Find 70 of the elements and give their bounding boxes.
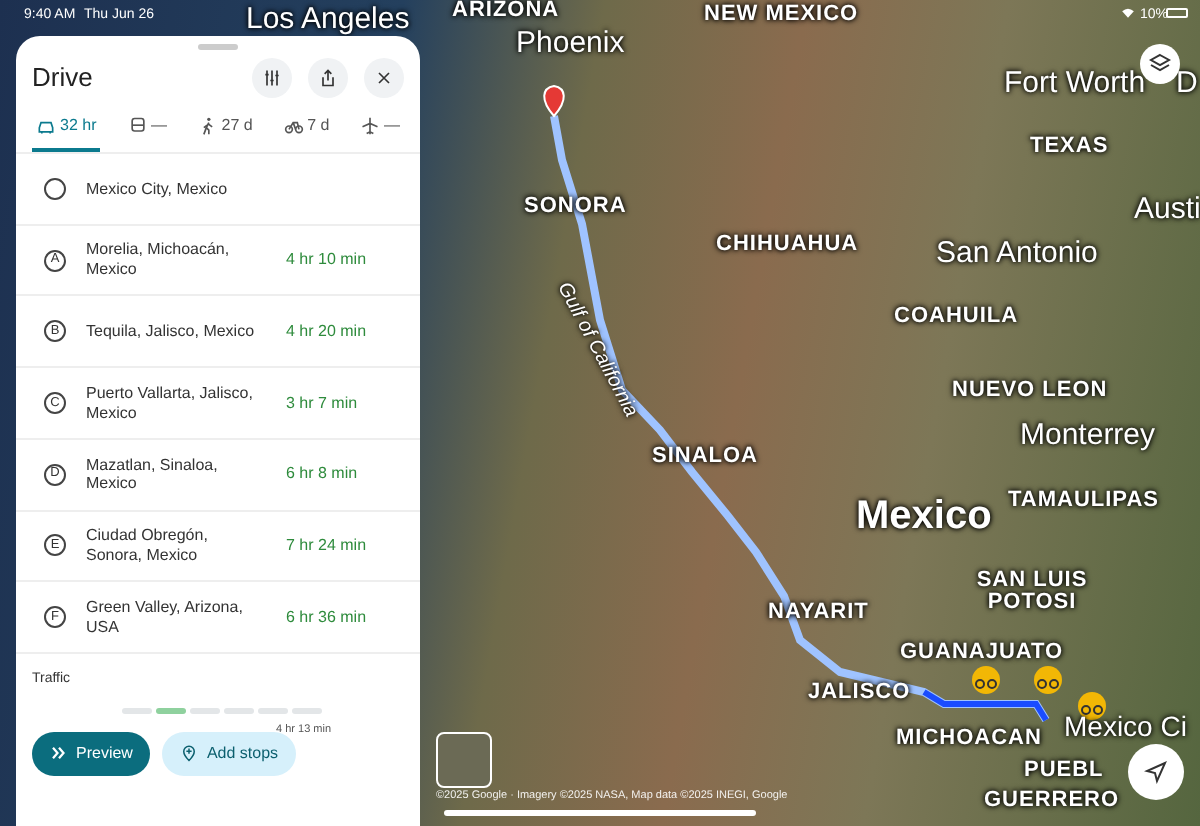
drive-duration: 3 hr 7 min xyxy=(286,391,358,416)
drag-handle[interactable] xyxy=(198,44,238,50)
city-label: Phoenix xyxy=(516,28,625,58)
double-chevron-icon xyxy=(50,744,68,762)
city-label: Los Angeles xyxy=(246,4,410,34)
sliders-icon xyxy=(262,68,282,88)
bicycle-icon xyxy=(283,116,304,136)
location-pin-icon xyxy=(543,85,565,117)
city-label: Monterrey xyxy=(1020,420,1156,450)
origin-circle-icon xyxy=(44,177,66,200)
region-label: ARIZONA xyxy=(452,0,560,22)
car-icon xyxy=(36,116,56,136)
city-label: Mexico Ci xyxy=(1064,712,1187,740)
close-icon xyxy=(374,68,394,88)
street-view-thumbnail[interactable] xyxy=(436,732,492,788)
walking-person-icon xyxy=(197,116,218,136)
cycling-marker-icon xyxy=(1034,666,1062,694)
region-label: JALISCO xyxy=(808,682,911,704)
region-label: MICHOACAN xyxy=(896,728,1042,750)
region-label: NUEVO LEON xyxy=(952,380,1108,402)
region-label: SAN LUIS POTOSI xyxy=(974,570,1090,614)
city-label: D xyxy=(1176,68,1198,98)
region-label: TAMAULIPAS xyxy=(1008,490,1159,512)
region-label: COAHUILA xyxy=(894,306,1019,328)
stop-place: Green Valley, Arizona, USA xyxy=(86,598,245,637)
city-label: Fort Worth xyxy=(1004,68,1146,98)
layers-button[interactable] xyxy=(1140,44,1180,84)
drive-duration: 4 hr 20 min xyxy=(286,319,367,344)
preview-button[interactable]: Preview xyxy=(32,731,151,775)
region-label: CHIHUAHUA xyxy=(716,234,859,256)
panel-title: Drive xyxy=(32,60,95,97)
close-button[interactable] xyxy=(364,58,404,98)
navigate-button[interactable] xyxy=(1128,744,1184,800)
satellite-map[interactable] xyxy=(0,0,1200,826)
share-icon xyxy=(318,68,338,88)
filter-button[interactable] xyxy=(252,58,292,98)
region-label: GUANAJUATO xyxy=(900,642,1064,664)
city-label: San Antonio xyxy=(936,238,1098,268)
stop-place: Puerto Vallarta, Jalisco, Mexico xyxy=(86,383,255,423)
city-label: Austi xyxy=(1134,194,1200,224)
stop-place: Ciudad Obregón, Sonora, Mexico xyxy=(86,526,210,566)
navigation-arrow-icon xyxy=(1144,760,1168,784)
drive-duration: 4 hr 10 min xyxy=(286,248,367,273)
stop-place: Morelia, Michoacán, Mexico xyxy=(86,240,232,280)
travel-mode-tab[interactable]: — xyxy=(356,106,404,152)
region-label: PUEBL xyxy=(1024,760,1104,782)
travel-mode-tab[interactable]: 27 d xyxy=(193,106,257,152)
add-pin-icon xyxy=(180,744,199,762)
bus-icon xyxy=(127,116,147,136)
drive-duration: 6 hr 36 min xyxy=(286,605,367,630)
travel-mode-tab[interactable]: 32 hr xyxy=(32,106,101,152)
drive-duration: 7 hr 24 min xyxy=(286,533,367,558)
country-label: Mexico xyxy=(856,496,992,536)
stop-place: Mazatlan, Sinaloa, Mexico xyxy=(86,455,220,494)
travel-mode-tab[interactable]: — xyxy=(123,106,171,152)
cycling-marker-icon xyxy=(972,666,1000,694)
travel-mode-tab[interactable]: 7 d xyxy=(279,106,334,152)
stop-place: Mexico City, Mexico xyxy=(86,179,230,199)
region-label: NEW MEXICO xyxy=(704,4,859,26)
route-stop-row[interactable]: Mexico City, Mexico xyxy=(16,154,420,226)
wifi-icon xyxy=(1120,6,1136,20)
share-button[interactable] xyxy=(308,58,348,98)
drive-duration: 6 hr 8 min xyxy=(286,462,358,487)
layers-icon xyxy=(1148,52,1172,76)
add-stops-button[interactable]: Add stops xyxy=(162,731,297,775)
battery-icon xyxy=(1166,8,1188,18)
region-label: GUERRERO xyxy=(984,790,1120,812)
region-label: TEXAS xyxy=(1030,136,1109,158)
airplane-icon xyxy=(360,116,380,136)
stop-place: Tequila, Jalisco, Mexico xyxy=(86,322,257,342)
